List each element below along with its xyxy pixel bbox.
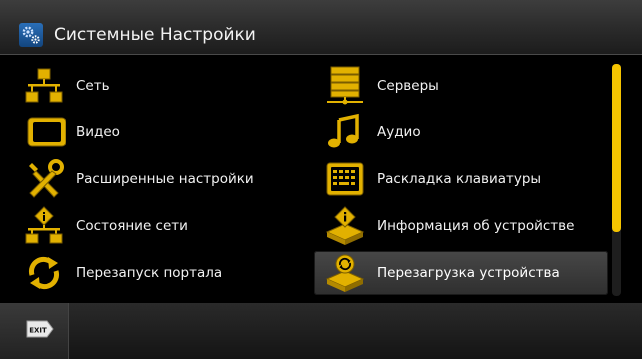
menu-item-label: Перезагрузка устройства bbox=[377, 265, 560, 281]
footer-bar: EXIT bbox=[0, 303, 642, 359]
menu-item-label: Сеть bbox=[76, 78, 110, 94]
page-title: Системные Настройки bbox=[54, 25, 256, 45]
menu-item-audio[interactable]: Аудио bbox=[323, 110, 619, 154]
exit-key-icon: EXIT bbox=[25, 319, 55, 339]
refresh-icon bbox=[22, 253, 66, 293]
menu-item-servers[interactable]: Серверы bbox=[323, 64, 619, 108]
menu-item-label: Видео bbox=[76, 124, 120, 140]
menu-item-portal-restart[interactable]: Перезапуск портала bbox=[22, 251, 318, 295]
music-note-icon bbox=[323, 112, 367, 152]
title-bar: Системные Настройки bbox=[0, 0, 642, 55]
scrollbar[interactable] bbox=[612, 64, 621, 296]
menu-item-device-reboot[interactable]: Перезагрузка устройства bbox=[314, 251, 608, 295]
exit-key-label: EXIT bbox=[29, 327, 47, 335]
server-icon bbox=[323, 66, 367, 106]
monitor-icon bbox=[22, 112, 67, 152]
menu-item-label: Аудио bbox=[377, 124, 421, 140]
menu-item-label: Перезапуск портала bbox=[76, 265, 223, 281]
device-reboot-icon bbox=[323, 253, 367, 293]
menu-item-label: Расширенные настройки bbox=[76, 171, 254, 187]
menu-item-label: Состояние сети bbox=[76, 218, 188, 234]
network-info-icon bbox=[22, 206, 66, 246]
keyboard-icon bbox=[323, 159, 367, 199]
menu-item-label: Раскладка клавиатуры bbox=[377, 171, 542, 187]
menu-item-label: Информация об устройстве bbox=[377, 218, 575, 234]
menu-item-device-info[interactable]: Информация об устройстве bbox=[323, 204, 619, 248]
menu-item-keyboard-layout[interactable]: Раскладка клавиатуры bbox=[323, 157, 619, 201]
scroll-thumb[interactable] bbox=[612, 64, 621, 232]
tools-icon bbox=[22, 159, 66, 199]
menu-item-network-status[interactable]: Состояние сети bbox=[22, 204, 318, 248]
menu-item-network[interactable]: Сеть bbox=[22, 64, 318, 108]
menu-item-label: Серверы bbox=[377, 78, 439, 94]
device-info-icon bbox=[323, 206, 367, 246]
menu-item-advanced-settings[interactable]: Расширенные настройки bbox=[22, 157, 318, 201]
network-icon bbox=[22, 66, 66, 106]
menu-item-video[interactable]: Видео bbox=[22, 110, 318, 154]
gears-icon bbox=[19, 23, 43, 47]
exit-button[interactable]: EXIT bbox=[0, 303, 69, 359]
